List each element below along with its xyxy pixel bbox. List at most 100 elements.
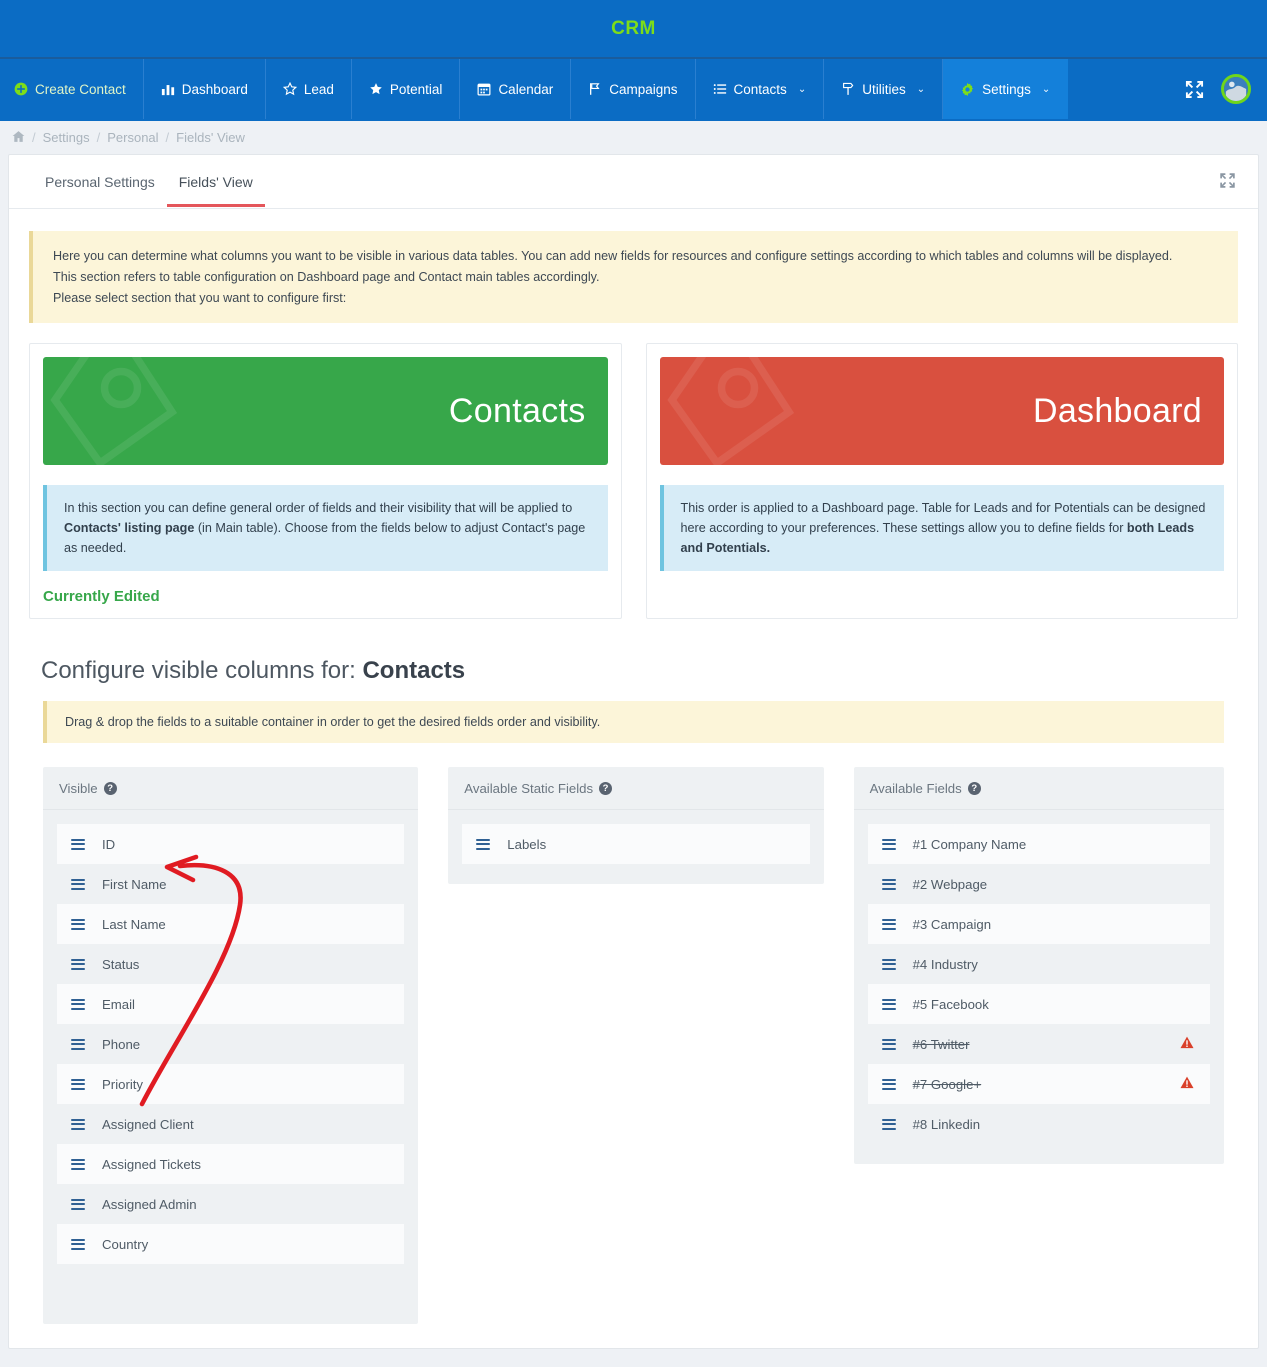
available-fields-panel: Available Fields ? #1 Company Name #2 Web… bbox=[853, 767, 1224, 1164]
available-fields-list[interactable]: #1 Company Name #2 Webpage #3 Campaign #4 I… bbox=[854, 810, 1224, 1164]
field-item[interactable]: ID bbox=[57, 824, 405, 864]
field-item[interactable]: #3 Campaign bbox=[867, 904, 1210, 944]
field-item[interactable]: Assigned Tickets bbox=[57, 1144, 405, 1184]
nav-label-settings: Settings bbox=[982, 81, 1031, 97]
info-banner-line-1: Here you can determine what columns you … bbox=[53, 249, 1173, 263]
field-item[interactable]: #7 Google+ bbox=[867, 1064, 1210, 1104]
warning-triangle-icon bbox=[1180, 1036, 1194, 1052]
field-item-label: #2 Webpage bbox=[912, 876, 988, 892]
help-icon[interactable]: ? bbox=[103, 782, 117, 795]
field-item-label: First Name bbox=[102, 876, 167, 892]
drag-handle-icon[interactable] bbox=[881, 1118, 896, 1130]
field-item-label: #3 Campaign bbox=[912, 916, 992, 932]
drag-handle-icon[interactable] bbox=[881, 1078, 896, 1090]
field-item[interactable]: Phone bbox=[57, 1024, 404, 1064]
tag-watermark-icon bbox=[49, 357, 199, 465]
user-avatar[interactable] bbox=[1221, 74, 1251, 104]
drag-handle-icon[interactable] bbox=[71, 878, 85, 890]
top-navigation-bar: CRM Create Contact Dashboard Lead Potent… bbox=[0, 0, 1267, 121]
field-item[interactable]: #5 Facebook bbox=[867, 984, 1210, 1024]
field-item[interactable]: Country bbox=[57, 1224, 405, 1264]
field-item[interactable]: Priority bbox=[57, 1064, 405, 1104]
field-item[interactable]: Assigned Admin bbox=[57, 1184, 404, 1224]
visible-fields-panel: Visible ? ID First Name Last Name Status Ema… bbox=[43, 767, 419, 1324]
nav-item-potential[interactable]: Potential bbox=[352, 59, 461, 119]
field-item-label: Phone bbox=[102, 1036, 141, 1052]
available-panel-header: Available Fields ? bbox=[853, 767, 1224, 810]
nav-item-settings[interactable]: Settings ⌄ bbox=[943, 59, 1069, 119]
drag-handle-icon[interactable] bbox=[881, 958, 896, 970]
brand-row: CRM bbox=[0, 0, 1267, 59]
tab-fields-view[interactable]: Fields' View bbox=[166, 157, 265, 207]
dashboard-hero-banner[interactable]: Dashboard bbox=[659, 357, 1224, 465]
nav-item-calendar[interactable]: Calendar bbox=[460, 59, 572, 119]
field-item[interactable]: #4 Industry bbox=[868, 944, 1210, 984]
home-icon[interactable] bbox=[12, 130, 25, 146]
visible-fields-list[interactable]: ID First Name Last Name Status Email Phone Pri… bbox=[43, 810, 418, 1324]
tab-personal-settings[interactable]: Personal Settings bbox=[33, 157, 167, 206]
field-item-label: Email bbox=[102, 996, 135, 1012]
field-item-label: #8 Linkedin bbox=[912, 1116, 981, 1132]
configure-heading-prefix: Configure visible columns for: bbox=[41, 657, 363, 684]
breadcrumb: / Settings / Personal / Fields' View bbox=[0, 121, 1267, 154]
drag-handle-icon[interactable] bbox=[71, 838, 85, 850]
nav-item-utilities[interactable]: Utilities ⌄ bbox=[824, 59, 944, 119]
drag-handle-icon[interactable] bbox=[881, 918, 896, 930]
field-item-label: Assigned Client bbox=[102, 1116, 194, 1132]
drag-handle-icon[interactable] bbox=[881, 878, 896, 890]
static-fields-list[interactable]: Labels bbox=[448, 810, 823, 884]
field-item[interactable]: First Name bbox=[57, 864, 404, 904]
nav-right-group bbox=[1177, 59, 1267, 119]
drag-handle-icon[interactable] bbox=[881, 838, 896, 850]
field-item-label: Last Name bbox=[102, 916, 166, 932]
drag-handle-icon[interactable] bbox=[881, 998, 896, 1010]
drag-handle-icon[interactable] bbox=[71, 1038, 85, 1050]
field-item[interactable]: Status bbox=[57, 944, 404, 984]
field-item-label: ID bbox=[102, 836, 116, 852]
nav-item-create-contact[interactable]: Create Contact bbox=[0, 59, 144, 119]
drag-handle-icon[interactable] bbox=[71, 958, 85, 970]
chevron-down-icon: ⌄ bbox=[797, 83, 807, 95]
bar-chart-icon bbox=[161, 82, 175, 96]
help-icon[interactable]: ? bbox=[599, 782, 613, 795]
drag-handle-icon[interactable] bbox=[881, 1038, 896, 1050]
nav-item-lead[interactable]: Lead bbox=[266, 59, 352, 119]
field-item-label: #7 Google+ bbox=[912, 1076, 982, 1092]
drag-handle-icon[interactable] bbox=[71, 1198, 85, 1210]
section-card-dashboard[interactable]: Dashboard This order is applied to a Das… bbox=[645, 343, 1238, 619]
dashboard-description: This order is applied to a Dashboard pag… bbox=[659, 485, 1224, 571]
field-item-label: Status bbox=[102, 956, 140, 972]
drag-handle-icon[interactable] bbox=[71, 998, 85, 1010]
field-item[interactable]: #6 Twitter bbox=[868, 1024, 1210, 1064]
breadcrumb-item-personal[interactable]: Personal bbox=[107, 130, 158, 145]
nav-item-contacts[interactable]: Contacts ⌄ bbox=[696, 59, 825, 119]
field-item[interactable]: Last Name bbox=[57, 904, 405, 944]
drag-handle-icon[interactable] bbox=[71, 1238, 85, 1250]
nav-item-campaigns[interactable]: Campaigns bbox=[571, 59, 696, 119]
signpost-icon bbox=[841, 82, 855, 96]
field-item[interactable]: #2 Webpage bbox=[868, 864, 1210, 904]
help-icon[interactable]: ? bbox=[967, 782, 981, 795]
field-item[interactable]: Labels bbox=[462, 824, 810, 864]
field-item[interactable]: #1 Company Name bbox=[867, 824, 1210, 864]
breadcrumb-item-settings[interactable]: Settings bbox=[43, 130, 90, 145]
field-item[interactable]: Email bbox=[57, 984, 405, 1024]
card-fullscreen-expand-icon[interactable] bbox=[1219, 172, 1236, 194]
drag-handle-icon[interactable] bbox=[476, 838, 491, 850]
drag-handle-icon[interactable] bbox=[71, 1078, 85, 1090]
field-item[interactable]: #8 Linkedin bbox=[868, 1104, 1210, 1144]
breadcrumb-item-fields-view[interactable]: Fields' View bbox=[176, 130, 245, 145]
contacts-hero-banner[interactable]: Contacts bbox=[43, 357, 608, 465]
contacts-description: In this section you can define general o… bbox=[43, 485, 608, 571]
list-icon bbox=[713, 82, 727, 96]
section-card-contacts[interactable]: Contacts In this section you can define … bbox=[29, 343, 622, 619]
field-item-label: #5 Facebook bbox=[912, 996, 989, 1012]
field-item[interactable]: Assigned Client bbox=[57, 1104, 404, 1144]
fullscreen-expand-icon[interactable] bbox=[1177, 72, 1211, 106]
drag-handle-icon[interactable] bbox=[71, 918, 85, 930]
nav-item-dashboard[interactable]: Dashboard bbox=[144, 59, 266, 119]
nav-label-potential: Potential bbox=[389, 81, 443, 97]
drag-handle-icon[interactable] bbox=[71, 1158, 85, 1170]
field-item-label: #4 Industry bbox=[912, 956, 978, 972]
drag-handle-icon[interactable] bbox=[71, 1118, 85, 1130]
